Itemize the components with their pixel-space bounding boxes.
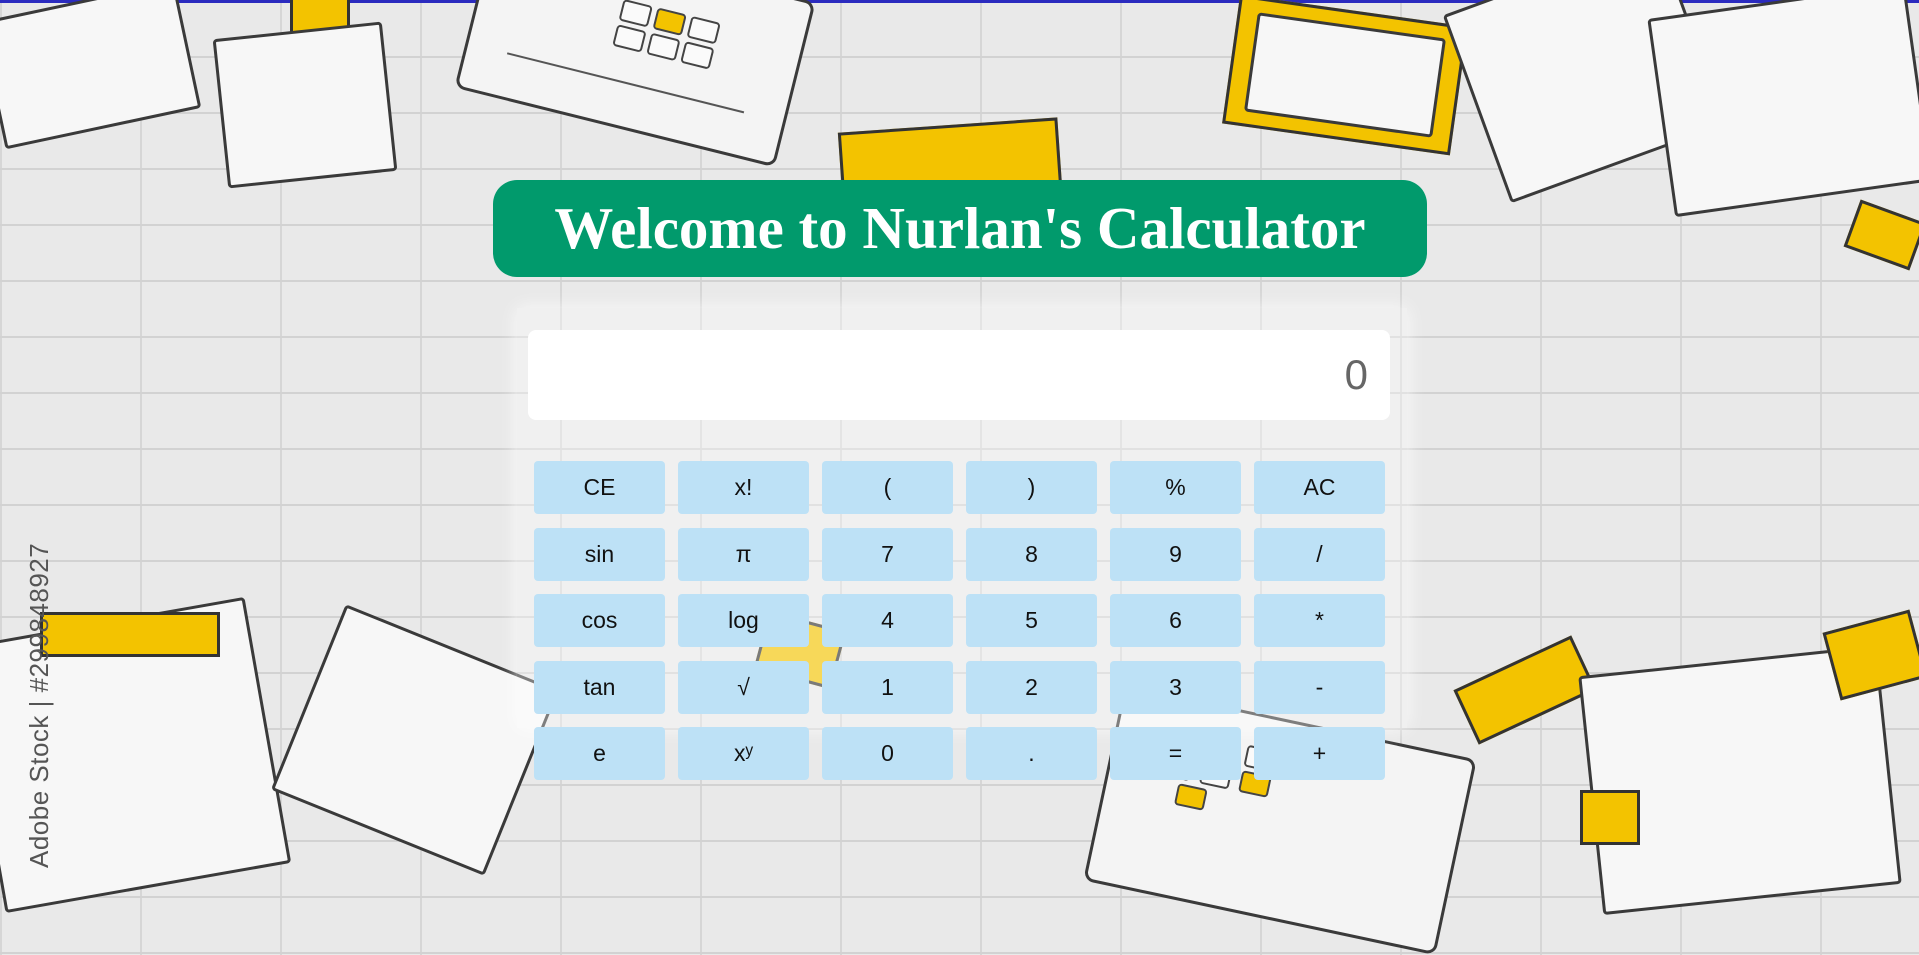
- key-open-paren[interactable]: (: [822, 461, 953, 514]
- display-value: 0: [1344, 351, 1368, 398]
- background-yellow-shape: [1822, 609, 1919, 701]
- key-7[interactable]: 7: [822, 527, 953, 581]
- background-paper-sketch: [270, 604, 560, 876]
- key-equals[interactable]: =: [1110, 727, 1241, 780]
- key-subtract[interactable]: -: [1254, 660, 1385, 714]
- background-yellow-shape: [1580, 790, 1640, 845]
- key-sin[interactable]: sin: [534, 527, 665, 581]
- key-pi[interactable]: π: [678, 527, 809, 581]
- stock-watermark: Adobe Stock | #299848927: [24, 542, 54, 868]
- key-square-root[interactable]: √: [678, 660, 809, 714]
- key-6[interactable]: 6: [1110, 594, 1241, 647]
- background-paper-sketch: [0, 0, 202, 150]
- background-paper-sketch: [212, 21, 398, 189]
- background-yellow-shape: [1453, 635, 1597, 745]
- page-title: Welcome to Nurlan's Calculator: [554, 195, 1366, 261]
- key-9[interactable]: 9: [1110, 527, 1241, 581]
- calculator-keypad: CE x! ( ) % AC sin π 7 8 9 / cos log 4 5…: [534, 461, 1385, 780]
- key-factorial[interactable]: x!: [678, 461, 809, 514]
- key-log[interactable]: log: [678, 594, 809, 647]
- key-cos[interactable]: cos: [534, 594, 665, 647]
- background-yellow-shape: [40, 612, 220, 657]
- key-5[interactable]: 5: [966, 594, 1097, 647]
- background-paper-sketch: [1647, 0, 1919, 218]
- key-close-paren[interactable]: ): [966, 461, 1097, 514]
- key-euler[interactable]: e: [534, 727, 665, 780]
- key-decimal[interactable]: .: [966, 727, 1097, 780]
- key-3[interactable]: 3: [1110, 660, 1241, 714]
- key-4[interactable]: 4: [822, 594, 953, 647]
- key-2[interactable]: 2: [966, 660, 1097, 714]
- key-add[interactable]: +: [1254, 727, 1385, 780]
- background-calculator-sketch-top: [454, 0, 816, 168]
- key-power[interactable]: xʸ: [678, 727, 809, 780]
- key-8[interactable]: 8: [966, 527, 1097, 581]
- key-1[interactable]: 1: [822, 660, 953, 714]
- key-percent[interactable]: %: [1110, 461, 1241, 514]
- key-tan[interactable]: tan: [534, 660, 665, 714]
- key-0[interactable]: 0: [822, 727, 953, 780]
- key-divide[interactable]: /: [1254, 527, 1385, 581]
- key-multiply[interactable]: *: [1254, 594, 1385, 647]
- key-all-clear[interactable]: AC: [1254, 461, 1385, 514]
- background-yellow-shape: [1843, 199, 1919, 271]
- key-clear-entry[interactable]: CE: [534, 461, 665, 514]
- calculator-display: 0: [528, 330, 1390, 420]
- title-banner: Welcome to Nurlan's Calculator: [493, 180, 1427, 277]
